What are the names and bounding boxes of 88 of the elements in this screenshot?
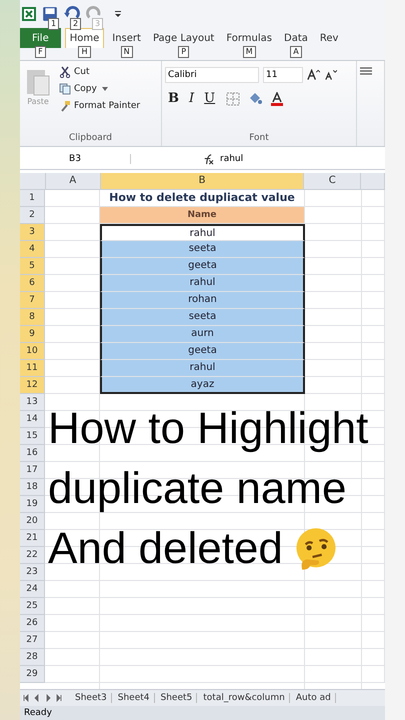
font-color-icon[interactable] [270, 92, 284, 106]
row-header[interactable]: 29 [20, 666, 45, 683]
row-header[interactable]: 27 [20, 632, 45, 649]
table-cell[interactable]: aurn [100, 326, 305, 343]
row-header[interactable]: 11 [20, 360, 45, 377]
row-header[interactable]: 8 [20, 309, 45, 326]
row-header[interactable]: 1 [20, 190, 45, 207]
row-header[interactable]: 9 [20, 326, 45, 343]
row-header[interactable]: 12 [20, 377, 45, 394]
ribbon-tab[interactable]: Formulas [222, 28, 276, 48]
keytip: 3 [92, 18, 104, 30]
row-header[interactable]: 26 [20, 615, 45, 632]
keytip: 1 [48, 18, 60, 30]
row-header[interactable]: 15 [20, 428, 45, 445]
fill-color-icon[interactable] [248, 92, 262, 106]
shrink-font-icon[interactable] [324, 69, 337, 81]
table-cell[interactable]: ayaz [100, 377, 305, 394]
row-header[interactable]: 21 [20, 530, 45, 547]
table-cell[interactable]: geeta [100, 258, 305, 275]
keytip: P [178, 46, 190, 58]
align-icon[interactable] [360, 67, 372, 77]
row-header[interactable]: 6 [20, 275, 45, 292]
keytip: M [242, 46, 256, 58]
status-text: Ready [24, 708, 52, 718]
row-header[interactable]: 13 [20, 394, 45, 411]
table-cell[interactable]: seeta [100, 309, 305, 326]
cut-button[interactable]: Cut [57, 65, 142, 79]
bold-button[interactable]: B [165, 91, 182, 106]
table-cell[interactable]: rahul [100, 224, 305, 241]
row-header[interactable]: 4 [20, 241, 45, 258]
ribbon-tab[interactable]: Data [280, 28, 312, 48]
font-family-dropdown[interactable]: Calibri [165, 67, 259, 83]
brush-icon [59, 100, 71, 112]
caption-text: duplicate name [48, 463, 346, 515]
column-header[interactable]: C [304, 173, 362, 190]
table-cell[interactable]: rohan [100, 292, 305, 309]
caption-text: And deleted [48, 523, 283, 575]
group-label: Font [248, 132, 270, 144]
row-header[interactable]: 20 [20, 513, 45, 530]
copy-icon [59, 83, 71, 95]
ribbon-tab[interactable]: Home [64, 28, 104, 48]
borders-icon[interactable] [226, 92, 240, 106]
sheet-navigation-icon[interactable] [23, 694, 63, 702]
row-header[interactable]: 22 [20, 547, 45, 564]
keytip: N [120, 46, 133, 58]
table-cell[interactable]: rahul [100, 275, 305, 292]
row-header[interactable]: 7 [20, 292, 45, 309]
italic-button[interactable]: I [186, 91, 198, 106]
row-header[interactable]: 23 [20, 564, 45, 581]
formula-input[interactable]: rahul [220, 154, 340, 164]
column-header[interactable]: B [100, 173, 304, 190]
table-cell[interactable]: seeta [100, 241, 305, 258]
keytip: F [35, 46, 46, 58]
caption-text: How to Highlight [48, 403, 368, 455]
format-painter-button[interactable]: Format Painter [57, 99, 142, 113]
ribbon-tab[interactable]: File [20, 28, 61, 48]
copy-button[interactable]: Copy [57, 82, 142, 96]
ribbon-tab[interactable]: Insert [108, 28, 145, 48]
underline-button[interactable]: U [201, 91, 218, 106]
table-cell[interactable]: rahul [100, 360, 305, 377]
caret-icon [102, 87, 108, 91]
row-header[interactable]: 10 [20, 343, 45, 360]
ribbon-tab[interactable]: Page Layout [148, 28, 218, 48]
group-label: Clipboard [68, 132, 113, 144]
ribbon-tab[interactable]: Rev [316, 28, 342, 48]
table-cell[interactable]: geeta [100, 343, 305, 360]
grow-font-icon[interactable] [307, 69, 320, 81]
name-box[interactable]: B3 [20, 154, 131, 164]
row-header[interactable]: 5 [20, 258, 45, 275]
keytip: A [290, 46, 302, 58]
row-header[interactable]: 3 [20, 224, 45, 241]
row-header[interactable]: 19 [20, 496, 45, 513]
row-header[interactable]: 28 [20, 649, 45, 666]
keytip: H [78, 46, 90, 58]
row-header[interactable]: 18 [20, 479, 45, 496]
keytip: 2 [70, 18, 82, 30]
table-header-cell: Name [100, 207, 305, 224]
row-header[interactable]: 14 [20, 411, 45, 428]
row-header[interactable]: 2 [20, 207, 45, 224]
customize-toolbar-icon[interactable] [114, 10, 122, 18]
font-size-dropdown[interactable]: 11 [263, 67, 303, 83]
excel-logo-icon[interactable] [22, 7, 36, 21]
scissors-icon [59, 66, 71, 78]
row-header[interactable]: 17 [20, 462, 45, 479]
row-header[interactable]: 24 [20, 581, 45, 598]
row-header[interactable]: 25 [20, 598, 45, 615]
row-header[interactable]: 16 [20, 445, 45, 462]
column-header[interactable]: A [46, 173, 101, 190]
